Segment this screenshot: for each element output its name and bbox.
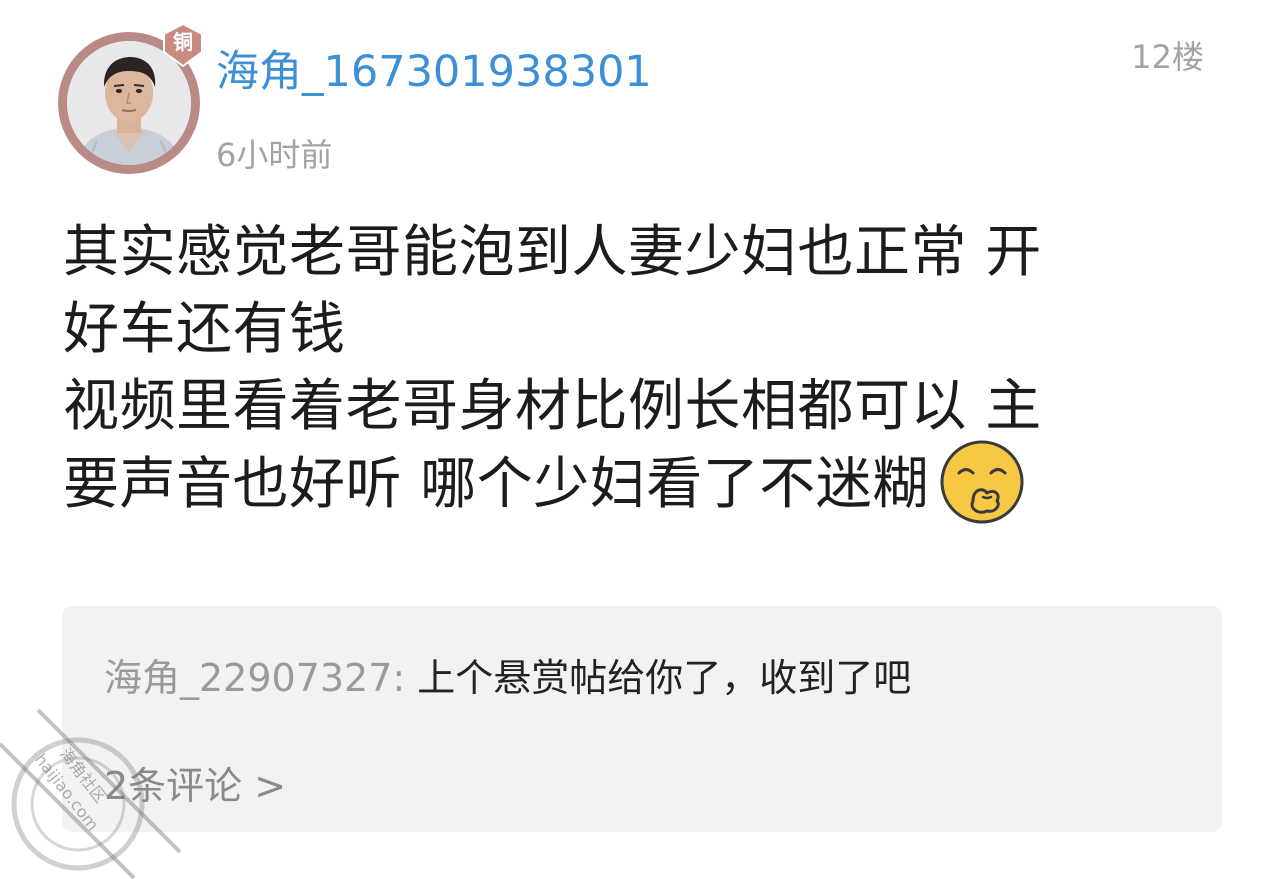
reply-item: 海角_22907327: 上个悬赏帖给你了，收到了吧 bbox=[104, 650, 911, 706]
rank-badge-label: 铜 bbox=[173, 30, 193, 54]
post-timestamp: 6小时前 bbox=[216, 136, 333, 174]
username-link[interactable]: 海角_167301938301 bbox=[216, 42, 652, 102]
post-line-with-emoji: 要声音也好听 哪个少妇看了不迷糊 bbox=[63, 440, 1223, 524]
post-content: 其实感觉老哥能泡到人妻少妇也正常 开 好车还有钱 视频里看着老哥身材比例长相都可… bbox=[63, 214, 1223, 524]
reply-text: 上个悬赏帖给你了，收到了吧 bbox=[405, 656, 912, 700]
rank-badge: 铜 bbox=[160, 22, 206, 68]
post-line: 视频里看着老哥身材比例长相都可以 主 bbox=[63, 374, 1042, 439]
smirk-emoji-icon bbox=[939, 439, 1025, 525]
floor-number: 12楼 bbox=[1131, 38, 1204, 76]
post-line: 其实感觉老哥能泡到人妻少妇也正常 开 bbox=[63, 220, 1042, 285]
view-comments-link[interactable]: 2条评论 > bbox=[104, 758, 286, 814]
reply-author[interactable]: 海角_22907327: bbox=[104, 656, 405, 700]
post-line: 要声音也好听 哪个少妇看了不迷糊 bbox=[63, 452, 929, 518]
reply-preview-box[interactable]: 海角_22907327: 上个悬赏帖给你了，收到了吧 2条评论 > bbox=[62, 606, 1222, 832]
post-line: 好车还有钱 bbox=[63, 297, 346, 362]
